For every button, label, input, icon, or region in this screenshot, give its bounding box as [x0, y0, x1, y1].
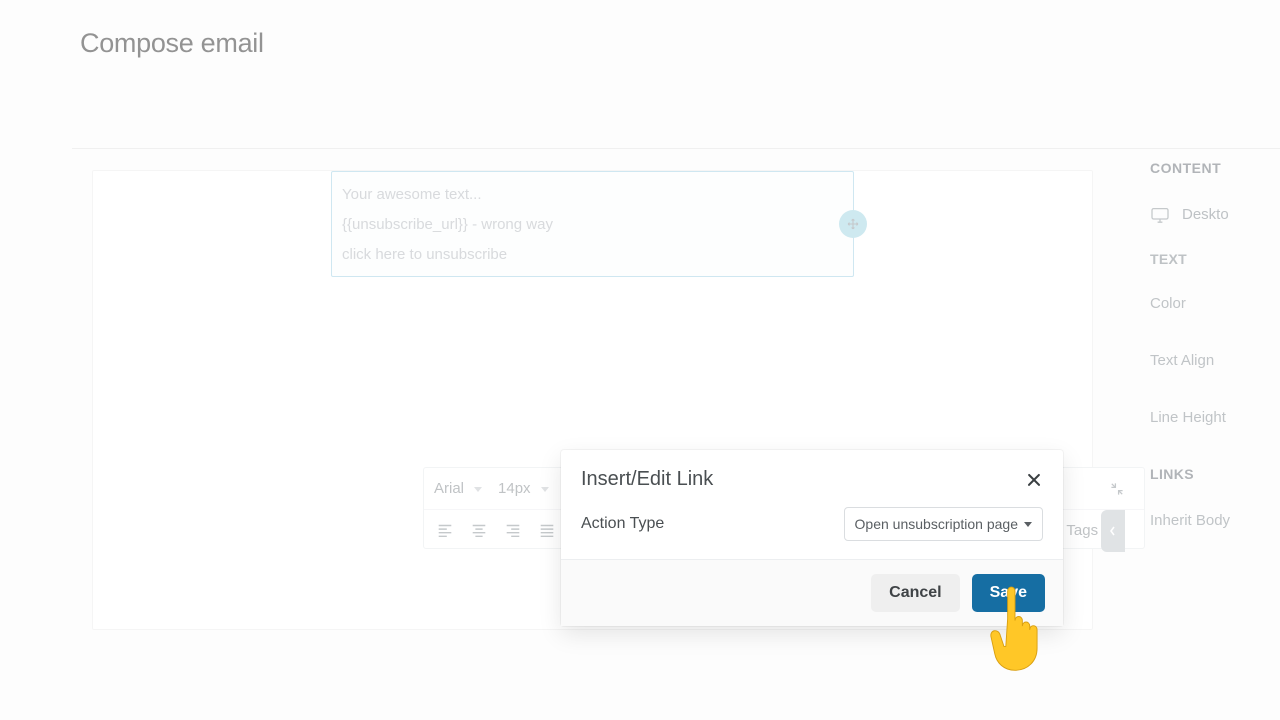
- properties-panel: CONTENT Deskto TEXT Color Text Align Lin…: [1120, 160, 1280, 569]
- font-family-select[interactable]: Arial: [428, 473, 488, 505]
- caret-down-icon: [1024, 522, 1032, 527]
- opt-line-height[interactable]: Line Height: [1150, 409, 1280, 426]
- cancel-button[interactable]: Cancel: [871, 574, 959, 612]
- opt-color[interactable]: Color: [1150, 295, 1280, 312]
- section-heading-links: LINKS: [1150, 466, 1280, 482]
- text-line: {{unsubscribe_url}} - wrong way: [342, 210, 843, 240]
- insert-link-modal: Insert/Edit Link Action Type Open unsubs…: [561, 450, 1063, 626]
- monitor-icon: [1150, 207, 1170, 223]
- panel-collapse-toggle[interactable]: [1101, 510, 1125, 552]
- modal-title: Insert/Edit Link: [581, 468, 713, 491]
- chevron-down-icon: [474, 487, 482, 492]
- opt-inherit-body[interactable]: Inherit Body: [1150, 512, 1280, 529]
- align-justify-button[interactable]: [530, 514, 564, 546]
- desktop-label: Deskto: [1182, 206, 1229, 223]
- align-center-button[interactable]: [462, 514, 496, 546]
- action-type-value: Open unsubscription page: [855, 516, 1018, 532]
- text-line: Your awesome text...: [342, 180, 843, 210]
- save-button[interactable]: Save: [972, 574, 1045, 612]
- font-size-select[interactable]: 14px: [492, 473, 555, 505]
- drag-handle[interactable]: [839, 210, 867, 238]
- align-right-button[interactable]: [496, 514, 530, 546]
- page-title: Compose email: [0, 0, 1280, 59]
- font-size-label: 14px: [498, 480, 531, 497]
- section-heading-text: TEXT: [1150, 251, 1280, 267]
- close-icon[interactable]: [1025, 471, 1043, 489]
- font-family-label: Arial: [434, 480, 464, 497]
- align-left-button[interactable]: [428, 514, 462, 546]
- text-block[interactable]: Your awesome text... {{unsubscribe_url}}…: [331, 171, 854, 277]
- section-heading-content: CONTENT: [1150, 160, 1280, 176]
- chevron-down-icon: [541, 487, 549, 492]
- action-type-select[interactable]: Open unsubscription page: [844, 507, 1043, 541]
- header-divider: [72, 148, 1280, 149]
- desktop-preview-button[interactable]: Deskto: [1150, 206, 1280, 223]
- action-type-label: Action Type: [581, 515, 664, 533]
- text-line: click here to unsubscribe: [342, 240, 843, 270]
- opt-text-align[interactable]: Text Align: [1150, 352, 1280, 369]
